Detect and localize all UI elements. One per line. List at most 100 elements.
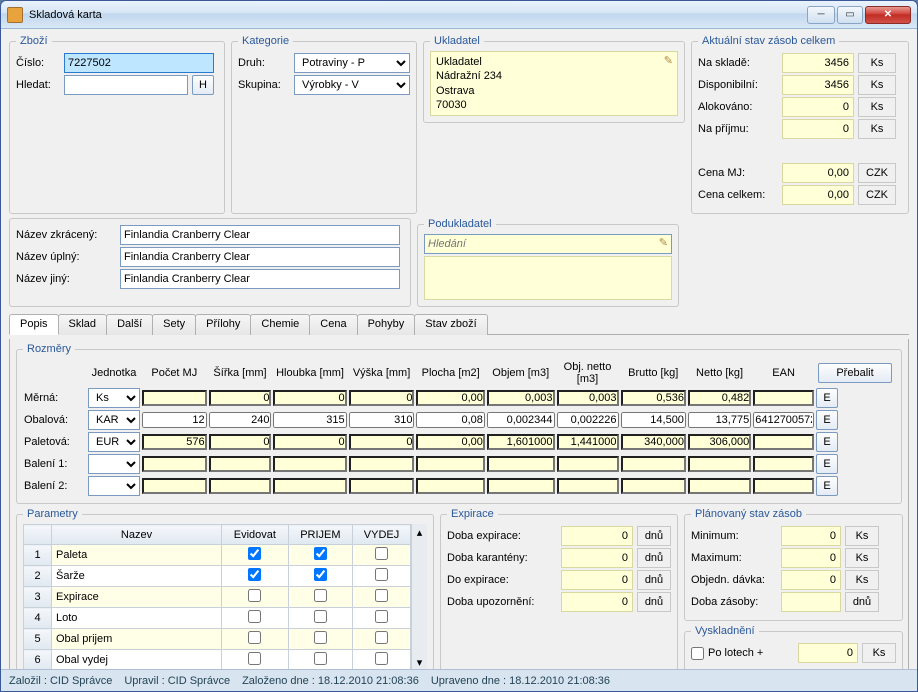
rozmery-objem-input[interactable] (487, 434, 555, 450)
rozmery-objem-input[interactable] (487, 390, 555, 406)
rozmery-netto-input[interactable] (688, 478, 751, 494)
param-prijem-checkbox[interactable] (314, 610, 327, 623)
rozmery-plocha-input[interactable] (416, 456, 484, 472)
rozmery-sirka-input[interactable] (209, 390, 272, 406)
param-prijem-checkbox[interactable] (314, 652, 327, 665)
rozmery-ean-input[interactable] (753, 412, 814, 428)
tab-sklad[interactable]: Sklad (58, 314, 108, 335)
param-evidovat-checkbox[interactable] (248, 589, 261, 602)
param-evidovat-checkbox[interactable] (248, 610, 261, 623)
rozmery-sirka-input[interactable] (209, 478, 272, 494)
rozmery-objnetto-input[interactable] (557, 478, 619, 494)
nazev-uplny-input[interactable] (120, 247, 400, 267)
hledat-input[interactable] (64, 75, 188, 95)
edit-icon[interactable]: ✎ (659, 236, 668, 249)
rozmery-plocha-input[interactable] (416, 478, 484, 494)
rozmery-pocet-input[interactable] (142, 390, 207, 406)
rozmery-vyska-input[interactable] (349, 456, 415, 472)
rozmery-unit-select[interactable]: EUR (88, 432, 140, 452)
tab-cena[interactable]: Cena (309, 314, 357, 335)
param-vydej-checkbox[interactable] (375, 610, 388, 623)
param-vydej-checkbox[interactable] (375, 568, 388, 581)
rozmery-netto-input[interactable] (688, 412, 751, 428)
param-prijem-checkbox[interactable] (314, 568, 327, 581)
rozmery-e-button[interactable] (816, 410, 838, 430)
param-evidovat-checkbox[interactable] (248, 631, 261, 644)
tab-sety[interactable]: Sety (152, 314, 196, 335)
rozmery-objem-input[interactable] (487, 412, 555, 428)
rozmery-e-button[interactable] (816, 432, 838, 452)
rozmery-sirka-input[interactable] (209, 456, 272, 472)
rozmery-netto-input[interactable] (688, 390, 751, 406)
rozmery-objem-input[interactable] (487, 456, 555, 472)
param-vydej-checkbox[interactable] (375, 547, 388, 560)
rozmery-unit-select[interactable] (88, 476, 140, 496)
cislo-input[interactable] (64, 53, 214, 73)
druh-select[interactable]: Potraviny - P (294, 53, 410, 73)
rozmery-hloubka-input[interactable] (273, 390, 346, 406)
rozmery-plocha-input[interactable] (416, 434, 484, 450)
param-prijem-checkbox[interactable] (314, 589, 327, 602)
nazev-zkraceny-input[interactable] (120, 225, 400, 245)
rozmery-ean-input[interactable] (753, 456, 814, 472)
rozmery-unit-select[interactable]: KAR (88, 410, 140, 430)
podukladatel-search[interactable] (424, 234, 672, 254)
tab-další[interactable]: Další (106, 314, 153, 335)
rozmery-objnetto-input[interactable] (557, 390, 619, 406)
param-vydej-checkbox[interactable] (375, 631, 388, 644)
rozmery-sirka-input[interactable] (209, 434, 272, 450)
prebalit-button[interactable]: Přebalit (818, 363, 892, 383)
polotech-checkbox[interactable] (691, 647, 704, 660)
rozmery-vyska-input[interactable] (349, 390, 415, 406)
param-evidovat-checkbox[interactable] (248, 568, 261, 581)
skupina-select[interactable]: Výrobky - V (294, 75, 410, 95)
param-vydej-checkbox[interactable] (375, 652, 388, 665)
maximize-button[interactable]: ▭ (837, 6, 863, 24)
rozmery-vyska-input[interactable] (349, 478, 415, 494)
scroll-down-icon[interactable]: ▾ (417, 656, 423, 669)
titlebar[interactable]: Skladová karta ─ ▭ ✕ (1, 1, 917, 29)
rozmery-netto-input[interactable] (688, 434, 751, 450)
rozmery-pocet-input[interactable] (142, 434, 207, 450)
rozmery-pocet-input[interactable] (142, 478, 207, 494)
scroll-up-icon[interactable]: ▴ (417, 526, 423, 539)
minimize-button[interactable]: ─ (807, 6, 835, 24)
rozmery-brutto-input[interactable] (621, 390, 686, 406)
rozmery-ean-input[interactable] (753, 390, 814, 406)
rozmery-hloubka-input[interactable] (273, 434, 346, 450)
rozmery-plocha-input[interactable] (416, 412, 484, 428)
rozmery-netto-input[interactable] (688, 456, 751, 472)
rozmery-e-button[interactable] (816, 454, 838, 474)
rozmery-hloubka-input[interactable] (273, 478, 346, 494)
rozmery-objnetto-input[interactable] (557, 434, 619, 450)
rozmery-objnetto-input[interactable] (557, 456, 619, 472)
rozmery-ean-input[interactable] (753, 434, 814, 450)
rozmery-objnetto-input[interactable] (557, 412, 619, 428)
rozmery-sirka-input[interactable] (209, 412, 272, 428)
rozmery-hloubka-input[interactable] (273, 412, 346, 428)
param-prijem-checkbox[interactable] (314, 547, 327, 560)
rozmery-brutto-input[interactable] (621, 478, 686, 494)
close-button[interactable]: ✕ (865, 6, 911, 24)
tab-stav zboží[interactable]: Stav zboží (414, 314, 487, 335)
hledat-h-button[interactable]: H (192, 75, 214, 95)
rozmery-unit-select[interactable]: Ks (88, 388, 140, 408)
rozmery-ean-input[interactable] (753, 478, 814, 494)
rozmery-objem-input[interactable] (487, 478, 555, 494)
rozmery-brutto-input[interactable] (621, 456, 686, 472)
scrollbar[interactable]: ▴ ▾ (411, 524, 427, 669)
rozmery-brutto-input[interactable] (621, 434, 686, 450)
param-evidovat-checkbox[interactable] (248, 652, 261, 665)
nazev-jiny-input[interactable] (120, 269, 400, 289)
tab-chemie[interactable]: Chemie (250, 314, 310, 335)
tab-přílohy[interactable]: Přílohy (195, 314, 251, 335)
rozmery-e-button[interactable] (816, 388, 838, 408)
rozmery-hloubka-input[interactable] (273, 456, 346, 472)
param-evidovat-checkbox[interactable] (248, 547, 261, 560)
rozmery-unit-select[interactable] (88, 454, 140, 474)
tab-popis[interactable]: Popis (9, 314, 59, 335)
rozmery-vyska-input[interactable] (349, 434, 415, 450)
tab-pohyby[interactable]: Pohyby (357, 314, 416, 335)
rozmery-e-button[interactable] (816, 476, 838, 496)
rozmery-vyska-input[interactable] (349, 412, 415, 428)
